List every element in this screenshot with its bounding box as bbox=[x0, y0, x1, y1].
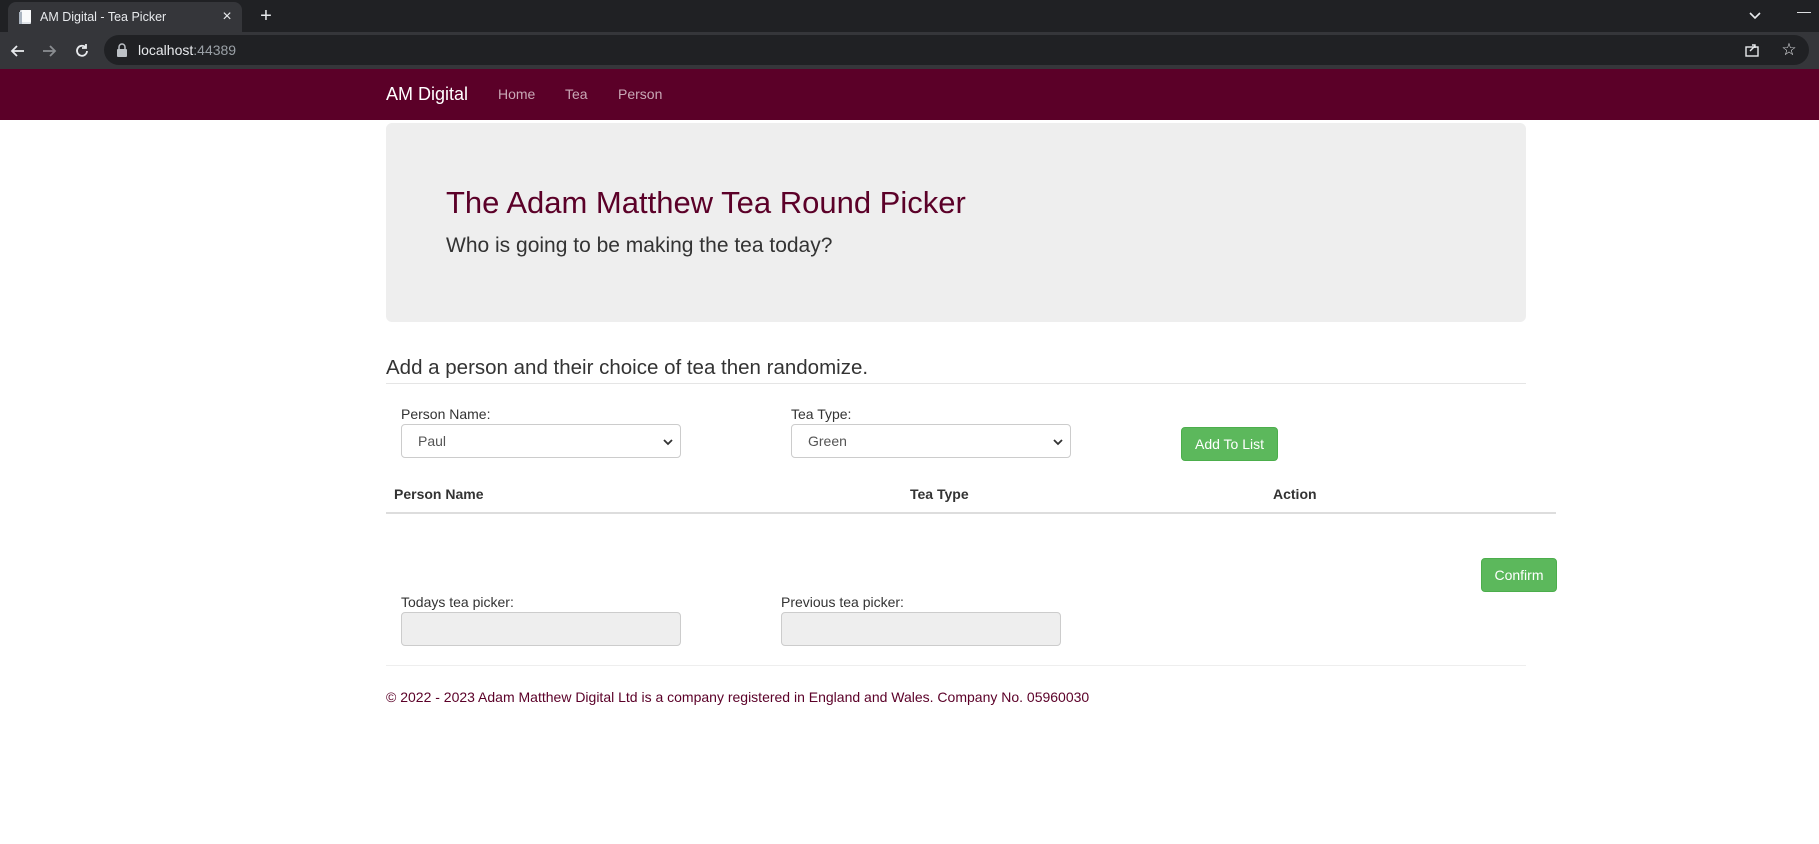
nav-link-tea[interactable]: Tea bbox=[565, 86, 588, 102]
page-title: The Adam Matthew Tea Round Picker bbox=[446, 185, 966, 220]
section-heading: Add a person and their choice of tea the… bbox=[386, 356, 869, 379]
nav-link-person[interactable]: Person bbox=[618, 86, 662, 102]
tea-type-value: Green bbox=[808, 433, 847, 449]
document-favicon-icon bbox=[19, 10, 31, 24]
person-name-value: Paul bbox=[418, 433, 447, 449]
brand-link[interactable]: AM Digital bbox=[386, 84, 468, 105]
previous-tea-picker-field bbox=[781, 612, 1061, 646]
address-bar[interactable]: localhost:44389 ☆ bbox=[104, 35, 1809, 65]
divider bbox=[386, 383, 1526, 384]
reload-icon[interactable] bbox=[73, 42, 91, 60]
forward-arrow-icon[interactable] bbox=[40, 42, 58, 60]
tab-search-icon[interactable] bbox=[1746, 6, 1764, 24]
minimize-icon[interactable]: — bbox=[1795, 4, 1813, 22]
column-header-person-name: Person Name bbox=[394, 486, 484, 502]
tab-title: AM Digital - Tea Picker bbox=[40, 10, 167, 24]
todays-tea-picker-field bbox=[401, 612, 681, 646]
column-header-tea-type: Tea Type bbox=[910, 486, 969, 502]
footer-text: © 2022 - 2023 Adam Matthew Digital Ltd i… bbox=[386, 689, 1090, 705]
hero-jumbotron: The Adam Matthew Tea Round Picker Who is… bbox=[386, 123, 1526, 322]
previous-tea-picker-label: Previous tea picker: bbox=[781, 594, 904, 610]
footer-divider bbox=[386, 665, 1526, 666]
tab-strip: AM Digital - Tea Picker × + — bbox=[0, 0, 1819, 32]
chevron-down-icon bbox=[663, 439, 673, 446]
share-icon[interactable] bbox=[1744, 42, 1760, 58]
tea-type-label: Tea Type: bbox=[791, 406, 852, 422]
back-arrow-icon[interactable] bbox=[9, 42, 27, 60]
close-icon[interactable]: × bbox=[220, 9, 234, 25]
todays-tea-picker-label: Todays tea picker: bbox=[401, 594, 514, 610]
chevron-down-icon bbox=[1053, 439, 1063, 446]
tea-type-select[interactable]: Green bbox=[791, 424, 1071, 458]
page-subtitle: Who is going to be making the tea today? bbox=[446, 234, 833, 257]
person-name-select[interactable]: Paul bbox=[401, 424, 681, 458]
url-text: localhost:44389 bbox=[138, 42, 237, 58]
plus-icon[interactable]: + bbox=[256, 6, 276, 26]
star-icon[interactable]: ☆ bbox=[1780, 41, 1798, 59]
confirm-button[interactable]: Confirm bbox=[1481, 558, 1557, 592]
lock-icon[interactable] bbox=[116, 43, 128, 57]
browser-toolbar: localhost:44389 ☆ bbox=[0, 32, 1819, 69]
browser-tab[interactable]: AM Digital - Tea Picker × bbox=[8, 2, 242, 32]
person-name-label: Person Name: bbox=[401, 406, 491, 422]
add-to-list-button[interactable]: Add To List bbox=[1181, 427, 1278, 461]
site-navbar: AM Digital Home Tea Person bbox=[0, 69, 1819, 120]
nav-link-home[interactable]: Home bbox=[498, 86, 535, 102]
column-header-action: Action bbox=[1273, 486, 1317, 502]
browser-chrome: AM Digital - Tea Picker × + — localhost:… bbox=[0, 0, 1819, 69]
table-header-border bbox=[386, 512, 1556, 514]
